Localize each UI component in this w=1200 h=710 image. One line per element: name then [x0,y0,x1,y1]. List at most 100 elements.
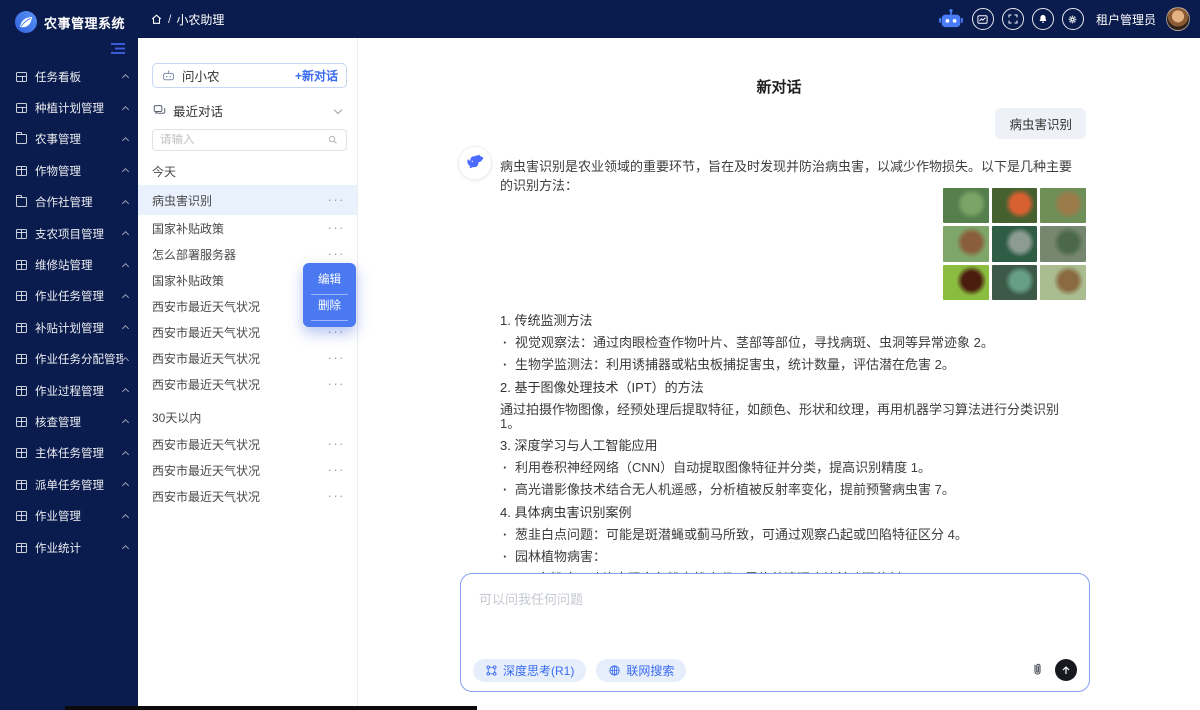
sidebar-nav-item[interactable]: 维修站管理 [0,249,138,280]
more-options-icon[interactable]: ··· [328,491,346,501]
chat-history-item[interactable]: 西安市最近天气状况 ··· [138,483,357,509]
sidebar-nav-item[interactable]: 作业任务管理 [0,281,138,312]
attach-file-button[interactable] [1030,662,1045,678]
chat-history-item[interactable]: 国家补贴政策 ··· [138,215,357,241]
chat-list-month: 西安市最近天气状况 ··· 西安市最近天气状况 ··· 西安市最近天气状况 ··… [138,431,357,509]
sidebar-nav: 任务看板 种植计划管理 农事管理 作物管理 [0,61,138,563]
sidebar-nav-item[interactable]: 任务看板 [0,61,138,92]
chat-history-item[interactable]: 西安市最近天气状况 ··· [138,431,357,457]
chat-item-context-menu: 编辑 删除 [303,263,356,327]
message-input[interactable] [461,574,1089,654]
disease-image[interactable] [992,188,1038,223]
nav-item-icon [16,417,27,427]
user-avatar[interactable] [1166,7,1190,31]
recent-conversations-toggle[interactable]: 最近对话 [152,100,347,120]
sidebar-nav-item[interactable]: 主体任务管理 [0,438,138,469]
chevron-up-icon [122,419,129,426]
disease-image[interactable] [1040,265,1086,300]
ai-response-line: 高光谱影像技术结合无人机遥感，分析植被反射率变化，提前预警病虫害 7。 [500,483,1080,497]
sidebar-nav-item[interactable]: 补贴计划管理 [0,312,138,343]
chat-item-label: 西安市最近天气状况 [152,298,328,315]
sidebar-nav-item[interactable]: 派单任务管理 [0,469,138,500]
chat-item-label: 西安市最近天气状况 [152,436,328,453]
sidebar-nav-item[interactable]: 作业任务分配管理 [0,344,138,375]
web-search-label: 联网搜索 [626,662,674,679]
more-options-icon[interactable]: ··· [328,465,346,475]
fullscreen-icon[interactable] [1002,8,1024,30]
collapse-sidebar-icon[interactable] [110,42,126,55]
disease-image[interactable] [943,265,989,300]
more-options-icon[interactable]: ··· [328,353,346,363]
nav-item-icon [16,260,27,270]
settings-gear-icon[interactable] [1062,8,1084,30]
chat-item-label: 怎么部署服务器 [152,246,328,263]
disease-image[interactable] [943,226,989,261]
chat-robot-icon [161,69,176,83]
more-options-icon[interactable]: ··· [328,327,346,337]
chat-history-item[interactable]: 西安市最近天气状况 ··· [138,371,357,397]
ask-xiaonong-button[interactable]: 问小农 +新对话 [152,63,347,88]
nav-item-label: 维修站管理 [35,257,123,273]
conversation-search-input[interactable] [160,134,327,146]
disease-image[interactable] [1040,188,1086,223]
ai-response-line: 1. 传统监测方法 [500,314,1080,328]
chat-history-item[interactable]: 病虫害识别 ··· [138,185,357,215]
nav-item-label: 支农项目管理 [35,226,123,242]
more-options-icon[interactable]: ··· [328,379,346,389]
breadcrumb: / 小农助理 [150,11,224,28]
nav-item-label: 派单任务管理 [35,477,123,493]
breadcrumb-current: 小农助理 [176,11,224,28]
nav-item-icon [16,197,27,207]
message-composer: 深度思考(R1) 联网搜索 [460,573,1090,692]
more-options-icon[interactable]: ··· [328,195,346,205]
sidebar-nav-item[interactable]: 农事管理 [0,124,138,155]
sidebar-nav-item[interactable]: 作物管理 [0,155,138,186]
web-search-toggle[interactable]: 联网搜索 [596,659,686,682]
disease-image[interactable] [992,226,1038,261]
notifications-bell-icon[interactable] [1032,8,1054,30]
ai-response-line: 通过拍摄作物图像，经预处理后提取特征，如颜色、形状和纹理，再用机器学习算法进行分… [500,403,1080,430]
chevron-up-icon [122,451,129,458]
home-icon[interactable] [150,13,163,26]
sidebar-nav-item[interactable]: 核查管理 [0,406,138,437]
sidebar-nav-item[interactable]: 种植计划管理 [0,92,138,123]
ai-response-line: 视觉观察法：通过肉眼检查作物叶片、茎部等部位，寻找病斑、虫洞等异常迹象 2。 [500,336,1080,350]
nav-item-label: 种植计划管理 [35,100,123,116]
arrow-up-icon [1060,664,1072,676]
app-title: 农事管理系统 [44,13,125,32]
screenshot-chart-icon[interactable] [972,8,994,30]
sidebar-nav-item[interactable]: 合作社管理 [0,187,138,218]
sidebar-nav-item[interactable]: 支农项目管理 [0,218,138,249]
assistant-robot-icon[interactable] [938,6,964,32]
ai-response-line: 园林植物病害： [500,550,1080,564]
nav-item-label: 合作社管理 [35,194,123,210]
nav-item-icon [16,543,27,553]
send-button[interactable] [1055,659,1077,681]
composer-toolbar: 深度思考(R1) 联网搜索 [473,658,1077,682]
chevron-up-icon [122,545,129,552]
chat-item-label: 西安市最近天气状况 [152,488,328,505]
sidebar-nav-item[interactable]: 作业管理 [0,500,138,531]
edit-menu-item[interactable]: 编辑 [311,269,348,295]
app-sidebar: 农事管理系统 任务看板 种植计划 [0,0,138,710]
chat-history-item[interactable]: 西安市最近天气状况 ··· [138,345,357,371]
delete-menu-item[interactable]: 删除 [311,295,348,321]
more-options-icon[interactable]: ··· [328,223,346,233]
ai-response-line: 生物学监测法：利用诱捕器或粘虫板捕捉害虫，统计数量，评估潜在危害 2。 [500,358,1080,372]
nav-item-icon [16,103,27,113]
disease-image[interactable] [943,188,989,223]
chat-history-item[interactable]: 西安市最近天气状况 ··· [138,457,357,483]
new-chat-button[interactable]: +新对话 [295,67,338,84]
nav-item-icon [16,229,27,239]
chevron-up-icon [122,106,129,113]
disease-image[interactable] [1040,226,1086,261]
chevron-up-icon [122,137,129,144]
more-options-icon[interactable]: ··· [328,439,346,449]
disease-image[interactable] [992,265,1038,300]
sidebar-nav-item[interactable]: 作业过程管理 [0,375,138,406]
more-options-icon[interactable]: ··· [328,249,346,259]
deep-think-toggle[interactable]: 深度思考(R1) [473,659,586,682]
sidebar-nav-item[interactable]: 作业统计 [0,532,138,563]
chat-item-label: 西安市最近天气状况 [152,462,328,479]
leaf-logo-icon [14,10,38,34]
